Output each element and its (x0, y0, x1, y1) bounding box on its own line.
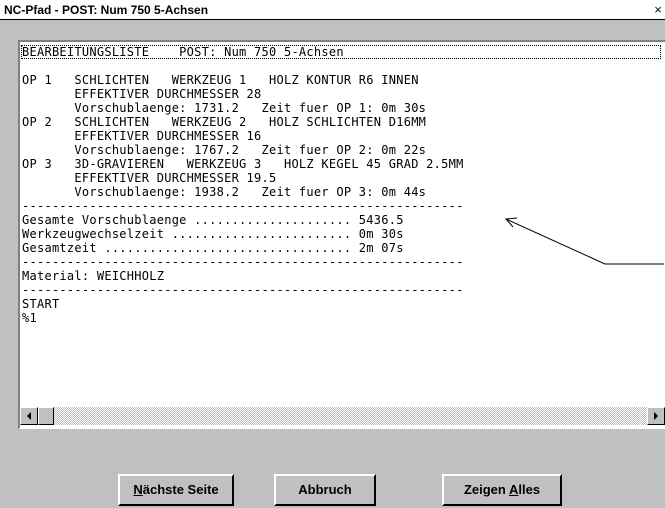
title-bar[interactable]: NC-Pfad - POST: Num 750 5-Achsen × (0, 0, 665, 20)
show-all-label-rest: lles (518, 482, 541, 497)
scroll-right-arrow-icon[interactable] (647, 407, 665, 425)
list-line[interactable]: ----------------------------------------… (22, 199, 464, 213)
scroll-left-arrow-icon[interactable] (20, 407, 38, 425)
list-line[interactable]: ----------------------------------------… (22, 255, 464, 269)
dialog-window: NC-Pfad - POST: Num 750 5-Achsen × BEARB… (0, 0, 665, 508)
show-all-accel: A (508, 482, 519, 497)
close-icon[interactable]: × (651, 3, 665, 16)
next-page-button[interactable]: Nächste Seite (118, 474, 234, 506)
list-line[interactable]: EFFEKTIVER DURCHMESSER 28 (22, 87, 262, 101)
callout-arrow-icon (504, 217, 664, 265)
next-page-label: ächste Seite (142, 482, 219, 497)
list-line[interactable]: BEARBEITUNGSLISTE POST: Num 750 5-Achsen (22, 45, 344, 59)
list-line[interactable]: START (22, 297, 59, 311)
list-line[interactable]: OP 3 3D-GRAVIEREN WERKZEUG 3 HOLZ KEGEL … (22, 157, 464, 171)
list-line[interactable]: OP 2 SCHLICHTEN WERKZEUG 2 HOLZ SCHLICHT… (22, 115, 426, 129)
list-line[interactable]: ----------------------------------------… (22, 283, 464, 297)
show-all-label-start: Zeigen (463, 482, 509, 497)
list-line[interactable]: EFFEKTIVER DURCHMESSER 16 (22, 129, 262, 143)
list-line[interactable]: Gesamtzeit .............................… (22, 241, 404, 255)
list-line[interactable]: Vorschublaenge: 1767.2 Zeit fuer OP 2: 0… (22, 143, 426, 157)
cancel-button[interactable]: Abbruch (274, 474, 376, 506)
list-line[interactable]: Material: WEICHHOLZ (22, 269, 164, 283)
horizontal-scrollbar[interactable] (20, 407, 665, 425)
scroll-thumb[interactable] (38, 407, 54, 425)
cancel-label: Abbruch (298, 482, 352, 497)
show-all-button[interactable]: Zeigen Alles (442, 474, 562, 506)
next-page-accel: N (133, 482, 143, 497)
list-line[interactable]: Gesamte Vorschublaenge .................… (22, 213, 404, 227)
list-line[interactable]: Vorschublaenge: 1938.2 Zeit fuer OP 3: 0… (22, 185, 426, 199)
list-line[interactable]: EFFEKTIVER DURCHMESSER 19.5 (22, 171, 276, 185)
window-title: NC-Pfad - POST: Num 750 5-Achsen (4, 3, 209, 17)
list-line[interactable]: OP 1 SCHLICHTEN WERKZEUG 1 HOLZ KONTUR R… (22, 73, 419, 87)
list-line[interactable]: Vorschublaenge: 1731.2 Zeit fuer OP 1: 0… (22, 101, 426, 115)
list-line[interactable]: Werkzeugwechselzeit ....................… (22, 227, 404, 241)
list-line[interactable]: %1 (22, 311, 37, 325)
